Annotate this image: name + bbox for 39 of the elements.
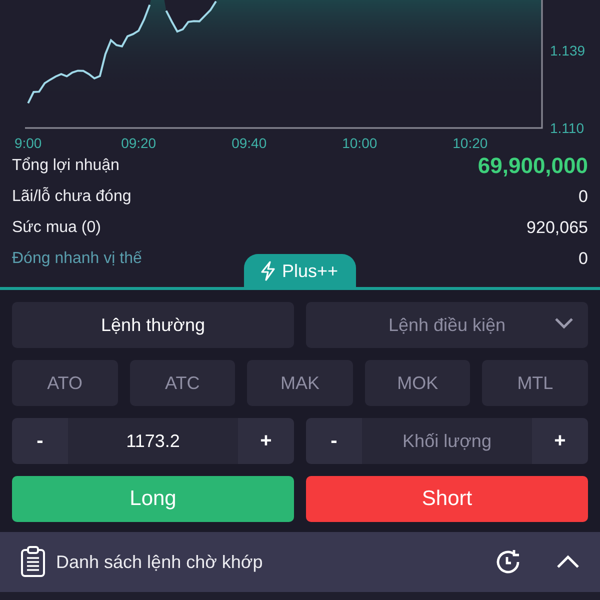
plus-tab[interactable]: Plus++: [244, 254, 356, 288]
increase-volume-button[interactable]: +: [532, 418, 588, 464]
stat-value: 0: [578, 187, 588, 208]
price-field[interactable]: 1173.2: [68, 418, 238, 464]
clipboard-icon: [20, 546, 46, 578]
long-button[interactable]: Long: [12, 476, 294, 522]
order-tab[interactable]: Lệnh thường: [12, 302, 294, 348]
x-tick-label: 09:20: [121, 135, 156, 149]
pending-orders-header[interactable]: Danh sách lệnh chờ khớp: [0, 532, 600, 592]
stat-value: 69,900,000: [478, 153, 588, 180]
collapse-button[interactable]: [556, 554, 580, 570]
chevron-down-icon: [554, 316, 574, 330]
y-tick-label: 1.110: [550, 120, 584, 136]
stat-label: Sức mua (0): [12, 219, 101, 238]
chevron-up-icon: [556, 554, 580, 570]
order-type-button[interactable]: ATO: [12, 360, 118, 406]
lightning-icon: [260, 261, 276, 282]
decrease-volume-button[interactable]: -: [306, 418, 362, 464]
plus-tab-label: Plus++: [282, 260, 338, 282]
order-type-button[interactable]: MOK: [364, 360, 470, 406]
y-tick-label: 1.139: [550, 42, 586, 59]
order-type-button[interactable]: MAK: [247, 360, 353, 406]
condition-order-dropdown[interactable]: Lệnh điều kiện: [306, 302, 588, 348]
short-button[interactable]: Short: [306, 476, 588, 522]
x-tick-label: 10:20: [452, 135, 488, 149]
decrease-price-button[interactable]: -: [12, 418, 68, 464]
increase-price-button[interactable]: +: [238, 418, 294, 464]
quick-close-link[interactable]: Đóng nhanh vị thế: [12, 250, 142, 268]
volume-field[interactable]: Khối lượng: [362, 418, 532, 464]
x-tick-label: 9:00: [14, 135, 42, 149]
x-tick-label: 09:40: [232, 135, 267, 149]
order-type-button[interactable]: MTL: [482, 360, 588, 406]
stat-label: Lãi/lỗ chưa đóng: [12, 188, 132, 206]
order-type-button[interactable]: ATC: [130, 360, 236, 406]
stat-value: 920,065: [526, 218, 588, 238]
x-tick-label: 10:00: [342, 135, 378, 149]
pending-orders-title: Danh sách lệnh chờ khớp: [56, 552, 264, 573]
stat-label: Tổng lợi nhuận: [12, 157, 120, 176]
stat-value: 0: [578, 249, 588, 270]
